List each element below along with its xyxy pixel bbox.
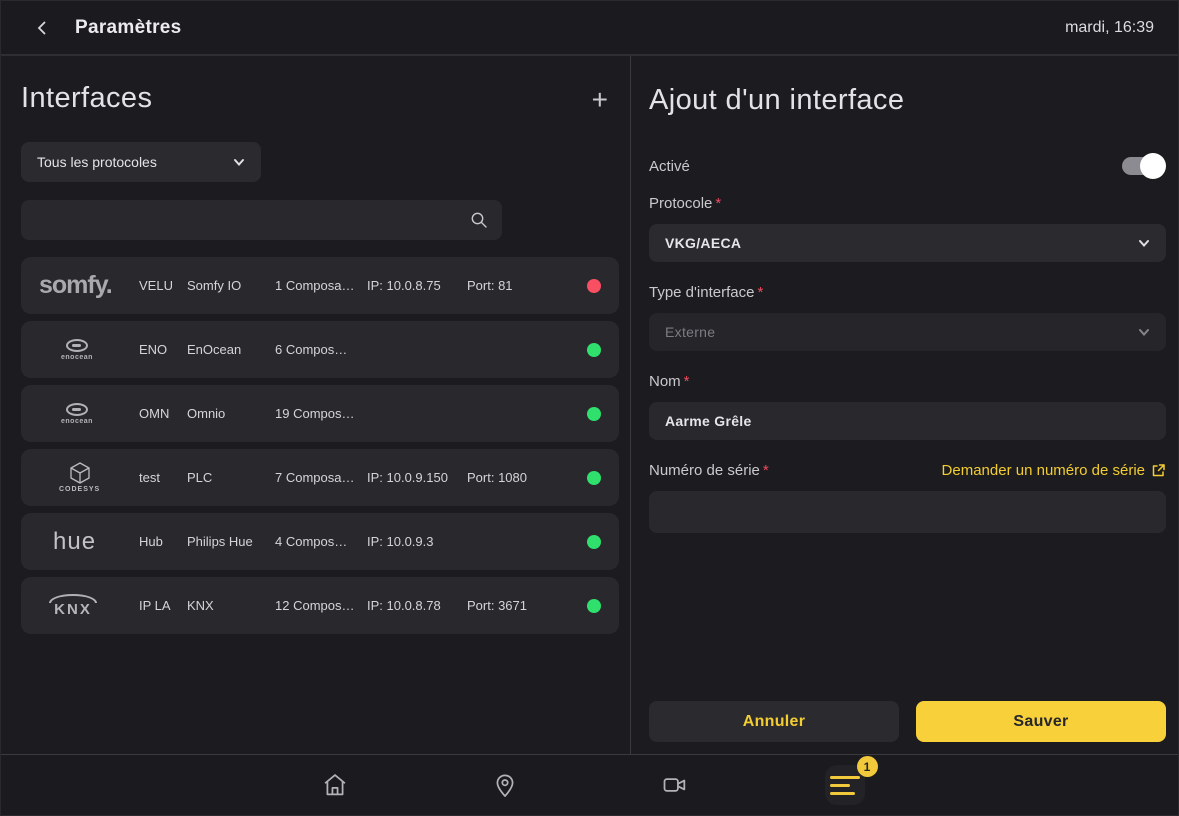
request-serial-link[interactable]: Demander un numéro de série <box>942 462 1166 479</box>
video-camera-icon <box>661 771 689 799</box>
enabled-label: Activé <box>649 158 690 175</box>
interface-components: 7 Composa… <box>275 470 367 485</box>
required-marker: * <box>684 373 690 390</box>
nav-settings[interactable]: 1 <box>760 759 930 811</box>
required-marker: * <box>763 462 769 479</box>
nav-camera[interactable] <box>590 759 760 811</box>
home-icon <box>321 771 349 799</box>
type-interface-label: Type d'interface* <box>649 284 1166 301</box>
status-dot <box>587 535 601 549</box>
interface-ip: IP: 10.0.8.78 <box>367 598 467 613</box>
notification-badge: 1 <box>857 756 878 777</box>
interface-protocol: Somfy IO <box>187 278 275 293</box>
search-input[interactable] <box>37 212 470 228</box>
interface-row[interactable]: CODESYS test PLC7 Composa…IP: 10.0.9.150Po… <box>21 449 619 506</box>
nav-home[interactable] <box>250 759 420 811</box>
protocole-select[interactable]: VKG/AECA <box>649 224 1166 262</box>
protocole-label: Protocole* <box>649 195 1166 212</box>
search-box <box>21 200 502 240</box>
status-dot <box>587 599 601 613</box>
serial-input[interactable] <box>649 491 1166 533</box>
protocol-filter-value: Tous les protocoles <box>37 154 157 170</box>
chevron-down-icon <box>1138 237 1150 249</box>
page-title: Paramètres <box>75 17 182 39</box>
somfy-logo: somfy. <box>39 271 112 300</box>
codesys-logo: CODESYS <box>59 462 100 493</box>
interface-protocol: KNX <box>187 598 275 613</box>
interface-name: ENO <box>139 342 179 357</box>
nom-input[interactable] <box>649 402 1166 440</box>
status-dot <box>587 343 601 357</box>
interface-components: 6 Compos… <box>275 342 367 357</box>
interface-port: Port: 3671 <box>467 598 557 613</box>
interface-name: IP LA <box>139 598 179 613</box>
interface-row[interactable]: KNXIP LAKNX12 Compos…IP: 10.0.8.78Port: … <box>21 577 619 634</box>
main-content: Interfaces + Tous les protocoles somfy. V… <box>1 56 1178 754</box>
interface-name: OMN <box>139 406 179 421</box>
top-header: Paramètres mardi, 16:39 <box>1 1 1178 56</box>
form-title: Ajout d'un interface <box>649 84 1166 117</box>
back-button[interactable] <box>25 11 59 45</box>
interface-protocol: Philips Hue <box>187 534 275 549</box>
menu-lines-icon <box>830 776 860 795</box>
add-interface-button[interactable]: + <box>584 82 616 118</box>
interface-ip: IP: 10.0.8.75 <box>367 278 467 293</box>
enabled-toggle[interactable] <box>1122 153 1166 179</box>
interface-protocol: PLC <box>187 470 275 485</box>
interface-row[interactable]: somfy. VELU Somfy IO1 Composa…IP: 10.0.8.7… <box>21 257 619 314</box>
datetime-label: mardi, 16:39 <box>1065 19 1154 37</box>
interface-components: 4 Compos… <box>275 534 367 549</box>
interface-protocol: EnOcean <box>187 342 275 357</box>
interface-list: somfy.VELUSomfy IO1 Composa…IP: 10.0.8.7… <box>21 257 619 634</box>
interfaces-panel: Interfaces + Tous les protocoles somfy. V… <box>1 56 631 754</box>
serial-label: Numéro de série* <box>649 462 769 479</box>
nom-label: Nom* <box>649 373 1166 390</box>
interface-protocol: Omnio <box>187 406 275 421</box>
location-pin-icon <box>491 771 519 799</box>
cancel-button[interactable]: Annuler <box>649 701 899 742</box>
required-marker: * <box>757 284 763 301</box>
external-link-icon <box>1151 463 1166 478</box>
required-marker: * <box>715 195 721 212</box>
interface-port: Port: 1080 <box>467 470 557 485</box>
status-dot <box>587 471 601 485</box>
interface-ip: IP: 10.0.9.3 <box>367 534 467 549</box>
add-interface-form: Ajout d'un interface Activé Protocole* V… <box>631 56 1178 754</box>
nav-location[interactable] <box>420 759 590 811</box>
protocol-filter-select[interactable]: Tous les protocoles <box>21 142 261 182</box>
type-interface-value: Externe <box>665 324 715 340</box>
status-dot <box>587 407 601 421</box>
toggle-knob <box>1140 153 1166 179</box>
status-dot <box>587 279 601 293</box>
interface-name: VELU <box>139 278 179 293</box>
search-icon <box>470 211 488 229</box>
hue-logo: hue <box>53 528 96 556</box>
chevron-left-icon <box>34 20 50 36</box>
chevron-down-icon <box>233 156 245 168</box>
type-interface-select[interactable]: Externe <box>649 313 1166 351</box>
settings-screen: Paramètres mardi, 16:39 Interfaces + Tou… <box>0 0 1179 816</box>
interfaces-title: Interfaces <box>21 82 152 115</box>
bottom-nav: 1 <box>1 754 1178 815</box>
interface-row[interactable]: enocean OMN Omnio19 Compos… <box>21 385 619 442</box>
interface-port: Port: 81 <box>467 278 557 293</box>
interface-components: 12 Compos… <box>275 598 367 613</box>
interface-name: Hub <box>139 534 179 549</box>
interface-components: 1 Composa… <box>275 278 367 293</box>
interface-row[interactable]: hue Hub Philips Hue4 Compos…IP: 10.0.9.3 <box>21 513 619 570</box>
enocean-logo: enocean <box>61 403 93 425</box>
enocean-logo: enocean <box>61 339 93 361</box>
knx-logo: KNX <box>49 594 97 618</box>
save-button[interactable]: Sauver <box>916 701 1166 742</box>
interface-components: 19 Compos… <box>275 406 367 421</box>
interface-name: test <box>139 470 179 485</box>
protocole-value: VKG/AECA <box>665 235 741 251</box>
chevron-down-icon <box>1138 326 1150 338</box>
interface-row[interactable]: enocean ENO EnOcean6 Compos… <box>21 321 619 378</box>
interface-ip: IP: 10.0.9.150 <box>367 470 467 485</box>
